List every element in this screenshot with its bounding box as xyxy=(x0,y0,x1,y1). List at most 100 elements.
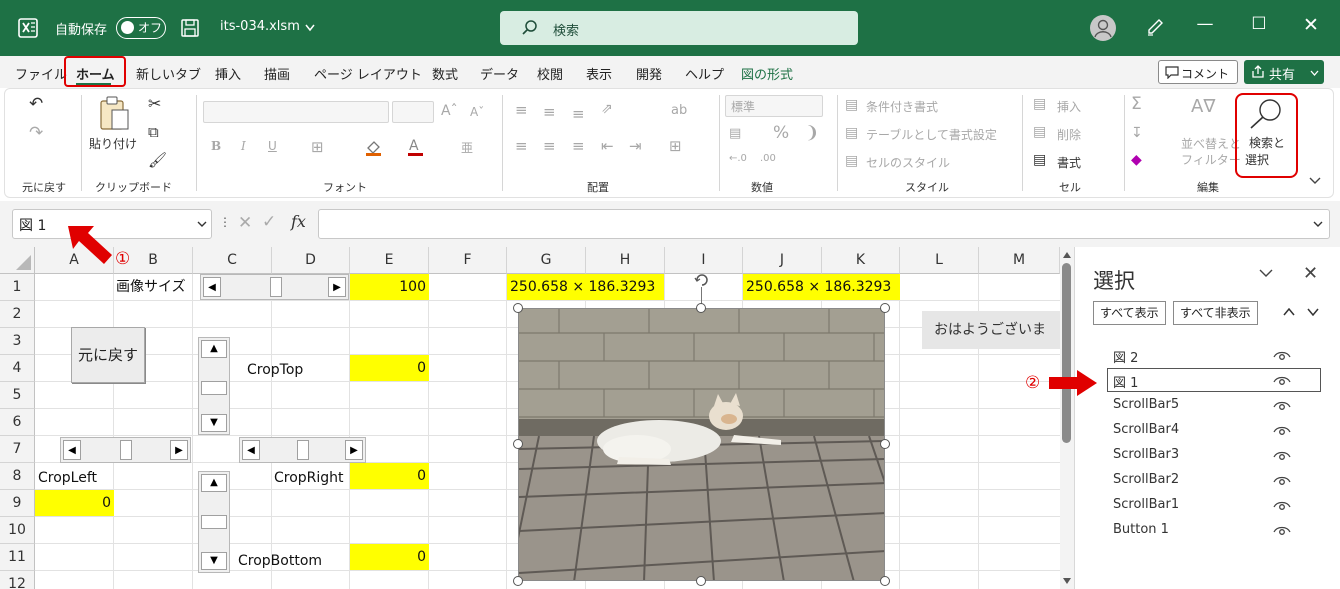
find-select-icon[interactable] xyxy=(1248,97,1284,129)
resize-handle[interactable] xyxy=(513,303,523,313)
border-icon[interactable]: ⊞ xyxy=(311,138,324,156)
tab-file[interactable]: ファイル xyxy=(15,64,67,83)
show-all-button[interactable]: すべて表示 xyxy=(1093,301,1166,325)
tab-review[interactable]: 校閲 xyxy=(537,64,563,83)
row-header-6[interactable]: 6 xyxy=(0,409,35,436)
resize-handle[interactable] xyxy=(880,303,890,313)
scrollbar-crop-right[interactable]: ◀ ▶ xyxy=(239,437,366,463)
column-header-e[interactable]: E xyxy=(350,247,429,274)
scroll-left-arrow[interactable]: ◀ xyxy=(242,440,260,460)
number-format-combo[interactable]: 標準 xyxy=(725,95,823,117)
row-header-1[interactable]: 1 xyxy=(0,274,35,301)
scroll-thumb[interactable] xyxy=(120,440,132,460)
fill-color-icon[interactable] xyxy=(363,136,383,156)
merge-center-icon[interactable]: ⊞ xyxy=(669,137,682,155)
search-box[interactable]: 検索 xyxy=(500,11,858,45)
conditional-format-label[interactable]: 条件付き書式 xyxy=(866,98,938,115)
column-header-h[interactable]: H xyxy=(586,247,665,274)
row-header-12[interactable]: 12 xyxy=(0,571,35,589)
scroll-up-arrow[interactable]: ▲ xyxy=(201,474,227,492)
tab-page-layout[interactable]: ページ レイアウト xyxy=(314,64,422,83)
resize-handle[interactable] xyxy=(513,439,523,449)
tab-developer[interactable]: 開発 xyxy=(636,64,662,83)
cat-picture[interactable] xyxy=(518,308,885,581)
share-button[interactable]: 共有 xyxy=(1244,60,1324,84)
eye-icon[interactable] xyxy=(1273,450,1291,462)
scroll-down-arrow[interactable]: ▼ xyxy=(201,414,227,432)
scroll-thumb[interactable] xyxy=(270,277,282,297)
comma-icon[interactable]: ❩ xyxy=(805,123,819,143)
close-button[interactable]: ✕ xyxy=(1296,14,1326,36)
row-header-7[interactable]: 7 xyxy=(0,436,35,463)
pane-item-scrollbar5[interactable]: ScrollBar5 xyxy=(1113,397,1179,412)
insert-function-icon[interactable]: fx xyxy=(291,212,306,231)
eye-icon[interactable] xyxy=(1273,350,1291,362)
save-icon[interactable] xyxy=(180,18,200,38)
currency-icon[interactable]: ▤ xyxy=(729,126,741,141)
cell-e8[interactable]: 0 xyxy=(350,463,429,489)
move-down-icon[interactable] xyxy=(1307,308,1319,316)
cell-e4[interactable]: 0 xyxy=(350,355,429,381)
cell-j1[interactable]: 250.658 × 186.3293 xyxy=(743,274,900,300)
scrollbar-crop-bottom[interactable]: ▲ ▼ xyxy=(198,471,230,573)
tab-draw[interactable]: 描画 xyxy=(264,64,290,83)
row-header-11[interactable]: 11 xyxy=(0,544,35,571)
comment-button[interactable]: コメント xyxy=(1158,60,1238,84)
table-format-label[interactable]: テーブルとして書式設定 xyxy=(866,126,997,143)
column-header-g[interactable]: G xyxy=(507,247,586,274)
insert-cells-label[interactable]: 挿入 xyxy=(1057,98,1081,115)
align-center-icon[interactable]: ≡ xyxy=(543,137,556,155)
resize-handle[interactable] xyxy=(513,576,523,586)
phonetic-icon[interactable]: 亜 xyxy=(461,139,473,156)
enter-icon[interactable]: ✓ xyxy=(262,212,276,232)
select-all-corner[interactable] xyxy=(0,247,35,274)
italic-icon[interactable]: I xyxy=(241,139,246,153)
undo-icon[interactable]: ↶ xyxy=(29,94,43,114)
avatar[interactable] xyxy=(1090,15,1116,41)
scroll-right-arrow[interactable]: ▶ xyxy=(328,277,346,297)
restore-button[interactable]: 元に戻す xyxy=(71,327,145,383)
scroll-right-arrow[interactable]: ▶ xyxy=(170,440,188,460)
column-header-l[interactable]: L xyxy=(900,247,979,274)
pane-item-scrollbar4[interactable]: ScrollBar4 xyxy=(1113,422,1179,437)
row-header-2[interactable]: 2 xyxy=(0,301,35,328)
font-name-combo[interactable] xyxy=(203,101,389,123)
maximize-button[interactable]: ☐ xyxy=(1244,14,1274,34)
scrollbar-crop-top[interactable]: ▲ ▼ xyxy=(198,337,230,435)
resize-handle[interactable] xyxy=(696,576,706,586)
align-middle-icon[interactable]: ≡ xyxy=(543,103,556,121)
increase-font-icon[interactable]: Aˆ xyxy=(441,103,458,119)
chevron-down-icon[interactable] xyxy=(1259,269,1273,278)
delete-cells-label[interactable]: 削除 xyxy=(1057,126,1081,143)
paste-label[interactable]: 貼り付け xyxy=(89,135,137,152)
pane-item-button1[interactable]: Button 1 xyxy=(1113,522,1169,537)
resize-handle[interactable] xyxy=(880,439,890,449)
tab-new[interactable]: 新しいタブ xyxy=(136,64,201,83)
row-header-4[interactable]: 4 xyxy=(0,355,35,382)
clear-icon[interactable]: ◆ xyxy=(1131,152,1142,168)
copy-icon[interactable]: ⧉ xyxy=(148,123,159,141)
chevron-down-icon[interactable] xyxy=(1313,221,1323,228)
font-size-combo[interactable] xyxy=(392,101,434,123)
bold-icon[interactable]: B xyxy=(211,139,221,153)
row-header-8[interactable]: 8 xyxy=(0,463,35,490)
column-header-m[interactable]: M xyxy=(979,247,1060,274)
column-header-d[interactable]: D xyxy=(272,247,350,274)
redo-icon[interactable]: ↷ xyxy=(29,123,43,143)
scroll-thumb[interactable] xyxy=(297,440,309,460)
decrease-decimal-icon[interactable]: .00 xyxy=(760,153,776,164)
pane-item-scrollbar2[interactable]: ScrollBar2 xyxy=(1113,472,1179,487)
scroll-down-arrow[interactable]: ▼ xyxy=(201,552,227,570)
increase-decimal-icon[interactable]: ←.0 xyxy=(729,153,747,164)
paste-icon[interactable] xyxy=(97,95,131,131)
sort-filter-label-1[interactable]: 並べ替えと xyxy=(1181,135,1241,152)
resize-handle[interactable] xyxy=(880,576,890,586)
cut-icon[interactable]: ✂ xyxy=(148,94,161,113)
align-left-icon[interactable]: ≡ xyxy=(515,137,528,155)
scroll-right-arrow[interactable]: ▶ xyxy=(345,440,363,460)
align-bottom-icon[interactable]: ≡ xyxy=(572,105,585,123)
scroll-down-arrow-icon[interactable] xyxy=(1062,577,1072,585)
eye-icon[interactable] xyxy=(1273,525,1291,537)
cell-a9[interactable]: 0 xyxy=(35,490,114,516)
underline-icon[interactable]: U xyxy=(268,139,277,153)
